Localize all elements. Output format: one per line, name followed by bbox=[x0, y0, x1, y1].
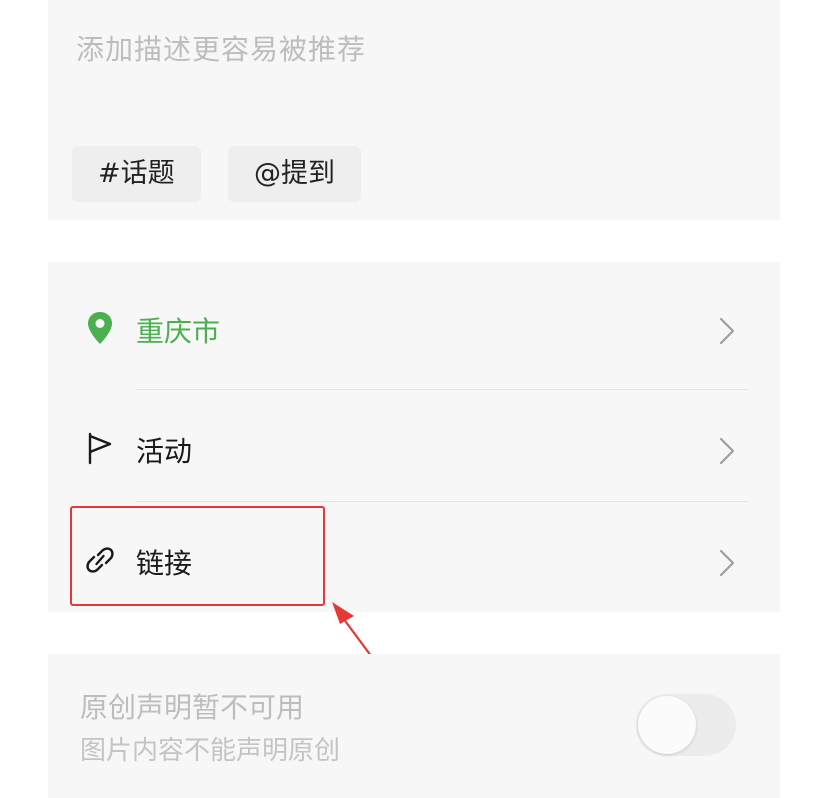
originality-title: 原创声明暂不可用 bbox=[80, 691, 305, 724]
toggle-knob bbox=[638, 696, 696, 754]
location-row[interactable]: 重庆市 bbox=[48, 270, 780, 382]
originality-subtitle: 图片内容不能声明原创 bbox=[80, 736, 341, 766]
topic-chip[interactable]: #话题 bbox=[72, 146, 201, 202]
post-settings-page: 添加描述更容易被推荐 #话题 @提到 重庆市 活动 链接 原创声明暂不可用 图片… bbox=[0, 0, 828, 798]
activity-label: 活动 bbox=[136, 435, 193, 468]
description-input[interactable]: 添加描述更容易被推荐 bbox=[76, 28, 366, 68]
annotation-highlight-box bbox=[70, 506, 325, 606]
description-card: 添加描述更容易被推荐 #话题 @提到 bbox=[48, 0, 780, 220]
chevron-right-icon bbox=[719, 437, 735, 465]
activity-row[interactable]: 活动 bbox=[48, 390, 780, 502]
chevron-right-icon bbox=[719, 549, 735, 577]
mention-chip[interactable]: @提到 bbox=[228, 146, 361, 202]
flag-icon bbox=[88, 432, 112, 465]
originality-card: 原创声明暂不可用 图片内容不能声明原创 bbox=[48, 654, 780, 798]
location-label: 重庆市 bbox=[136, 315, 221, 348]
location-pin-icon bbox=[88, 312, 112, 344]
chevron-right-icon bbox=[719, 317, 735, 345]
originality-toggle[interactable] bbox=[636, 694, 736, 756]
